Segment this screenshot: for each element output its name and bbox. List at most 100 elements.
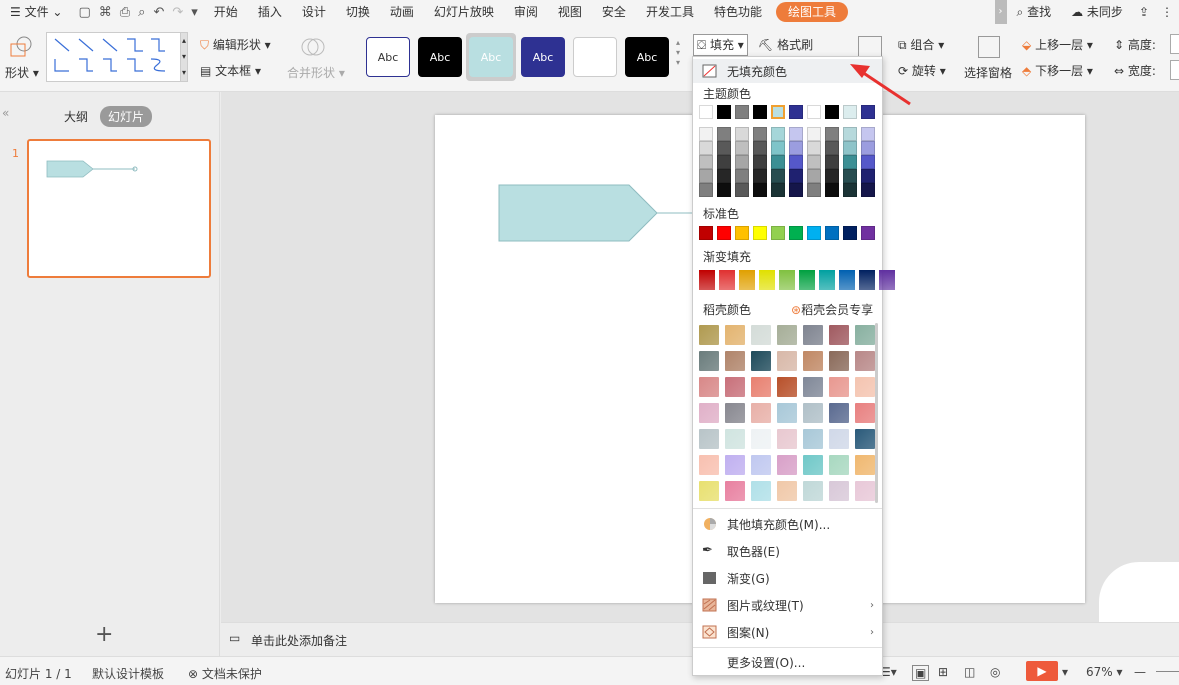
docer-color-swatch[interactable] [751,377,771,397]
theme-shade-swatch[interactable] [735,155,749,169]
docer-color-swatch[interactable] [725,377,745,397]
tab-design[interactable]: 设计 [292,0,336,24]
print-icon[interactable]: ⎙ [120,5,130,20]
pattern-item[interactable]: 图案(N) › [693,620,882,644]
standard-color-swatch[interactable] [771,226,785,240]
docer-color-swatch[interactable] [725,351,745,371]
docer-color-swatch[interactable] [699,351,719,371]
theme-shade-swatch[interactable] [843,141,857,155]
protection-status[interactable]: ⊗ 文档未保护 [188,665,262,682]
play-button[interactable]: ▶ [1026,661,1058,681]
theme-shade-swatch[interactable] [789,169,803,183]
theme-shade-swatch[interactable] [789,141,803,155]
gradient-swatch[interactable] [839,270,855,290]
presenter-view-icon[interactable]: ◎ [990,665,1000,679]
more-icon[interactable]: ⋮ [1155,0,1179,24]
style-navy[interactable]: Abc [521,37,565,77]
docer-color-swatch[interactable] [725,429,745,449]
gradient-swatch[interactable] [759,270,775,290]
theme-shade-swatch[interactable] [735,127,749,141]
style-white-blue[interactable]: Abc [366,37,410,77]
theme-shade-swatch[interactable] [735,169,749,183]
edit-shape-button[interactable]: ⛉ 编辑形状 ▾ [200,36,271,53]
tab-view[interactable]: 视图 [548,0,592,24]
theme-color-swatch[interactable] [825,105,839,119]
theme-shade-swatch[interactable] [843,155,857,169]
docer-scrollbar[interactable] [875,323,878,503]
style-white[interactable] [573,37,617,77]
tab-developer[interactable]: 开发工具 [636,0,704,24]
theme-shade-swatch[interactable] [825,183,839,197]
theme-color-swatch[interactable] [699,105,713,119]
docer-color-swatch[interactable] [751,481,771,501]
theme-shade-swatch[interactable] [753,169,767,183]
theme-shade-swatch[interactable] [825,127,839,141]
more-settings-item[interactable]: 更多设置(O)... [693,650,882,674]
docer-color-swatch[interactable] [725,403,745,423]
slide-thumbnail[interactable] [27,139,211,278]
theme-shade-swatch[interactable] [753,127,767,141]
theme-shade-swatch[interactable] [807,169,821,183]
theme-color-swatch[interactable] [807,105,821,119]
theme-shade-swatch[interactable] [717,183,731,197]
style-light-teal[interactable]: Abc [469,37,513,77]
standard-color-swatch[interactable] [717,226,731,240]
tab-security[interactable]: 安全 [592,0,636,24]
docer-color-swatch[interactable] [751,429,771,449]
theme-color-swatch[interactable] [717,105,731,119]
docer-color-swatch[interactable] [777,429,797,449]
tab-features[interactable]: 特色功能 [704,0,772,24]
tab-drawing-tools[interactable]: 绘图工具 [775,2,848,22]
theme-shade-swatch[interactable] [789,155,803,169]
docer-color-swatch[interactable] [777,455,797,475]
docer-color-swatch[interactable] [855,429,875,449]
theme-shade-swatch[interactable] [717,127,731,141]
shape-icon[interactable] [8,34,34,60]
theme-shade-swatch[interactable] [735,141,749,155]
docer-color-swatch[interactable] [855,403,875,423]
theme-shade-swatch[interactable] [699,183,713,197]
format-painter-button[interactable]: ⛏ 格式刷 [758,36,813,53]
docer-color-swatch[interactable] [855,455,875,475]
format-icon[interactable]: ⌘ [99,5,112,20]
picture-texture-item[interactable]: 图片或纹理(T) › [693,593,882,617]
bring-forward-button[interactable]: ⬙ 上移一层 ▾ [1022,36,1093,53]
standard-color-swatch[interactable] [843,226,857,240]
sorter-view-icon[interactable]: ⊞ [938,665,948,679]
reading-view-icon[interactable]: ◫ [964,665,975,679]
eyedropper-item[interactable]: ✒ 取色器(E) [693,539,882,563]
docer-color-swatch[interactable] [803,429,823,449]
tab-outline[interactable]: 大纲 [56,106,96,127]
docer-color-swatch[interactable] [725,455,745,475]
send-backward-button[interactable]: ⬘ 下移一层 ▾ [1022,62,1093,79]
theme-shade-swatch[interactable] [861,127,875,141]
docer-color-swatch[interactable] [855,377,875,397]
tab-insert[interactable]: 插入 [248,0,292,24]
theme-shade-swatch[interactable] [861,169,875,183]
docer-color-swatch[interactable] [751,455,771,475]
sync-button[interactable]: ☁ 未同步 [1061,0,1133,24]
standard-color-swatch[interactable] [735,226,749,240]
tab-transition[interactable]: 切换 [336,0,380,24]
theme-shade-swatch[interactable] [861,141,875,155]
undo-icon[interactable]: ↶ [153,5,164,20]
save-icon[interactable]: ▢ [78,5,90,20]
docer-color-swatch[interactable] [803,325,823,345]
style-black[interactable]: Abc [418,37,462,77]
gradient-swatch[interactable] [879,270,895,290]
theme-color-swatch[interactable] [753,105,767,119]
docer-color-swatch[interactable] [803,351,823,371]
template-name[interactable]: 默认设计模板 [92,665,164,682]
docer-color-swatch[interactable] [829,377,849,397]
docer-color-swatch[interactable] [699,481,719,501]
search-button[interactable]: ⌕ 查找 [1007,0,1062,24]
theme-shade-swatch[interactable] [753,141,767,155]
theme-shade-swatch[interactable] [771,141,785,155]
tab-review[interactable]: 审阅 [504,0,548,24]
docer-color-swatch[interactable] [829,481,849,501]
theme-shade-swatch[interactable] [717,155,731,169]
docer-color-swatch[interactable] [699,325,719,345]
share-icon[interactable]: ⇪ [1133,0,1155,24]
docer-color-swatch[interactable] [855,351,875,371]
theme-shade-swatch[interactable] [789,127,803,141]
